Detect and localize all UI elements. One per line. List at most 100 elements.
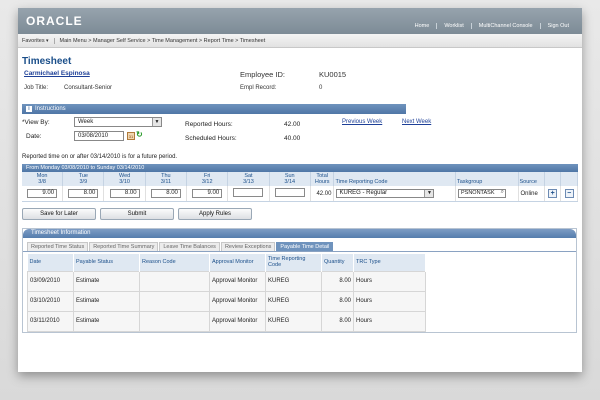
col-trc-type: TRC Type	[353, 254, 426, 271]
employee-name-link[interactable]: Carmichael Espinosa	[24, 70, 90, 77]
employee-id-value: KU0015	[319, 70, 347, 79]
apply-rules-button[interactable]: Apply Rules	[178, 208, 252, 220]
add-header	[544, 172, 562, 186]
tab-leave-time-balances[interactable]: Leave Time Balances	[159, 242, 220, 251]
previous-week-link[interactable]: Previous Week	[342, 119, 382, 125]
lookup-icon[interactable]: ⌕	[501, 189, 504, 196]
col-payable-status: Payable Status	[73, 254, 140, 271]
table-row: 03/09/2010 Estimate Approval Monitor KUR…	[27, 270, 426, 292]
next-week-link[interactable]: Next Week	[402, 119, 431, 125]
worklist-link[interactable]: Worklist	[436, 23, 470, 29]
row-reason	[139, 270, 210, 292]
tab-review-exceptions[interactable]: Review Exceptions	[220, 242, 276, 251]
top-banner: ORACLE Home Worklist MultiChannel Consol…	[18, 8, 582, 34]
delete-row-button[interactable]: −	[564, 189, 574, 198]
day-header-sat: Sat 3/13	[227, 172, 270, 186]
info-tabs: Reported Time Status Reported Time Summa…	[23, 238, 576, 252]
multichannel-console-link[interactable]: MultiChannel Console	[470, 23, 540, 29]
row-trc: KUREG	[265, 310, 322, 332]
favorites-menu[interactable]: Favorites	[22, 37, 55, 44]
row-status: Estimate	[73, 310, 140, 332]
view-by-select[interactable]: Week ▼	[74, 117, 162, 127]
chevron-down-icon: ▼	[152, 118, 161, 126]
employee-header: Carmichael Espinosa Job Title: Consultan…	[22, 70, 578, 98]
tab-payable-time-detail[interactable]: Payable Time Detail	[276, 242, 334, 251]
day-header-mon: Mon 3/8	[22, 172, 64, 186]
info-icon: i	[26, 106, 32, 112]
row-trc-type: Hours	[353, 310, 426, 332]
action-buttons: Save for Later Submit Apply Rules	[22, 208, 578, 220]
hours-input-sat[interactable]	[233, 188, 264, 197]
view-by-value: Week	[78, 119, 94, 125]
day-header-tue: Tue 3/9	[62, 172, 105, 186]
breadcrumb[interactable]: Main Menu > Manager Self Service > Time …	[60, 38, 266, 44]
instructions-label: Instructions	[35, 106, 66, 112]
reported-hours-label: Reported Hours:	[185, 121, 233, 128]
empl-record-value: 0	[319, 85, 323, 91]
submit-button[interactable]: Submit	[100, 208, 174, 220]
timesheet-period-header: From Monday 03/08/2010 to Sunday 03/14/2…	[22, 164, 578, 172]
row-trc: KUREG	[265, 270, 322, 292]
row-status: Estimate	[73, 290, 140, 312]
instructions-bar[interactable]: i Instructions	[22, 104, 406, 114]
hours-input-sun[interactable]	[274, 188, 305, 197]
scheduled-hours-label: Scheduled Hours:	[185, 135, 237, 142]
panel-title[interactable]: Timesheet Information	[23, 229, 576, 238]
payable-time-table: Date Payable Status Reason Code Approval…	[27, 254, 426, 332]
row-date: 03/10/2010	[27, 290, 74, 312]
date-label: Date:	[26, 133, 42, 140]
date-input[interactable]: 03/08/2010	[74, 131, 124, 141]
future-period-message: Reported time on or after 03/14/2010 is …	[22, 154, 178, 160]
taskgroup-header: Taskgroup	[455, 172, 519, 186]
timesheet-grid: Mon 3/8 Tue 3/9 Wed 3/10 Thu 3/11 Fri 3/12 Sa…	[22, 172, 578, 202]
oracle-logo: ORACLE	[26, 14, 83, 28]
taskgroup-value: PSNONTASK	[460, 190, 495, 196]
save-for-later-button[interactable]: Save for Later	[22, 208, 96, 220]
day-header-sun: Sun 3/14	[269, 172, 311, 186]
row-trc-type: Hours	[353, 270, 426, 292]
col-time-reporting-code: Time Reporting Code	[265, 254, 322, 271]
scheduled-hours-value: 40.00	[284, 135, 301, 142]
view-by-label: *View By:	[22, 119, 50, 126]
day-header-wed: Wed 3/10	[103, 172, 146, 186]
row-reason	[139, 290, 210, 312]
hours-input-mon[interactable]: 9.00	[27, 189, 58, 198]
tab-reported-time-summary[interactable]: Reported Time Summary	[89, 242, 159, 251]
row-date: 03/11/2010	[27, 310, 74, 332]
employee-id-label: Employee ID:	[240, 70, 286, 79]
remove-header	[560, 172, 578, 186]
col-reason-code: Reason Code	[139, 254, 210, 271]
total-hours-header: Total Hours	[310, 172, 335, 186]
hours-input-tue[interactable]: 8.00	[68, 189, 99, 198]
row-quantity: 8.00	[321, 310, 354, 332]
payable-time-header: Date Payable Status Reason Code Approval…	[27, 254, 426, 271]
taskgroup-input[interactable]: PSNONTASK ⌕	[457, 189, 506, 198]
sign-out-link[interactable]: Sign Out	[539, 23, 576, 29]
row-quantity: 8.00	[321, 270, 354, 292]
day-header-thu: Thu 3/11	[145, 172, 188, 186]
menu-bar: Favorites Main Menu > Manager Self Servi…	[18, 34, 582, 48]
day-header-fri: Fri 3/12	[186, 172, 229, 186]
col-date: Date	[27, 254, 74, 271]
total-hours-value: 42.00	[310, 186, 335, 202]
trc-select[interactable]: KUREG - Regular ▼	[336, 189, 435, 198]
calendar-icon[interactable]: 31	[127, 132, 135, 140]
add-row-button[interactable]: +	[548, 189, 558, 198]
table-row: 03/11/2010 Estimate Approval Monitor KUR…	[27, 310, 426, 332]
timesheet-row: 9.00 8.00 8.00 8.00 9.00 42.00 KUREG - R…	[22, 186, 578, 202]
tab-reported-time-status[interactable]: Reported Time Status	[27, 242, 89, 251]
empl-record-label: Empl Record:	[240, 85, 277, 91]
row-status: Estimate	[73, 270, 140, 292]
row-quantity: 8.00	[321, 290, 354, 312]
hours-input-fri[interactable]: 9.00	[192, 189, 223, 198]
main-content: Timesheet Carmichael Espinosa Job Title:…	[18, 56, 582, 333]
refresh-icon[interactable]: ↻	[136, 130, 143, 139]
home-link[interactable]: Home	[408, 23, 437, 29]
row-date: 03/09/2010	[27, 270, 74, 292]
hours-input-wed[interactable]: 8.00	[109, 189, 140, 198]
col-approval-monitor: Approval Monitor	[209, 254, 266, 271]
hours-input-thu[interactable]: 8.00	[150, 189, 181, 198]
trc-select-value: KUREG - Regular	[339, 190, 388, 196]
source-header: Source	[518, 172, 545, 186]
row-approval: Approval Monitor	[209, 270, 266, 292]
